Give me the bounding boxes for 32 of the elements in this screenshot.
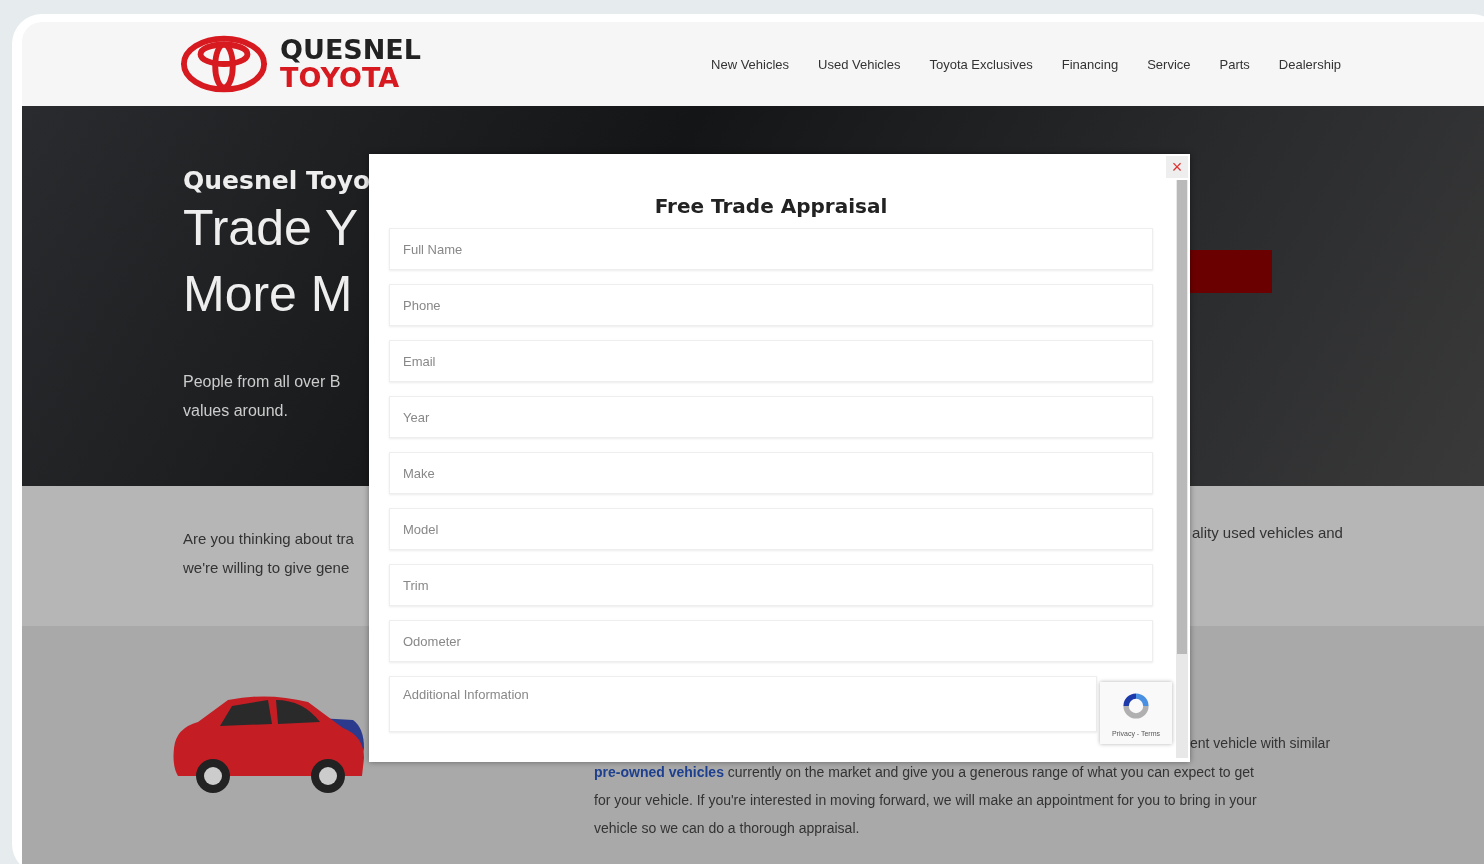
input-field[interactable]: Full Name — [389, 228, 1153, 270]
hero-headline: More M — [183, 265, 354, 324]
input-field[interactable]: Model — [389, 508, 1153, 550]
nav-link[interactable]: New Vehicles — [711, 56, 790, 72]
input-field[interactable]: Email — [389, 340, 1153, 382]
intro-paragraph: ality used vehicles and — [1192, 524, 1343, 541]
input-field[interactable]: Trim — [389, 564, 1153, 606]
input-field[interactable]: Make — [389, 452, 1153, 494]
scrollbar[interactable] — [1176, 180, 1188, 758]
nav-link[interactable]: Service — [1147, 56, 1191, 72]
hero-eyebrow: Quesnel Toyo — [183, 166, 372, 195]
hero-headline: Trade Y — [183, 199, 360, 258]
input-field[interactable]: Odometer — [389, 620, 1153, 662]
nav-link[interactable]: Used Vehicles — [818, 56, 901, 72]
logo-text: TOYOTA — [280, 64, 400, 92]
nav-link[interactable]: Financing — [1061, 56, 1119, 72]
text-link[interactable]: pre-owned vehicles — [594, 764, 724, 780]
close-button[interactable]: × — [1166, 156, 1188, 178]
nav-link[interactable]: Toyota Exclusives — [929, 56, 1033, 72]
hero-paragraph: People from all over B values around. — [183, 372, 342, 421]
input-field[interactable]: Year — [389, 396, 1153, 438]
nav-link[interactable]: Parts — [1219, 56, 1250, 72]
logo-text: QUESNEL — [280, 36, 421, 64]
input-field[interactable]: Phone — [389, 284, 1153, 326]
intro-paragraph: Are you thinking about tra we're willing to give gene — [183, 529, 354, 578]
textarea-field[interactable]: Additional Information — [389, 676, 1097, 732]
details-paragraph: ent vehicle with similar — [1190, 734, 1332, 752]
scrollbar-thumb[interactable] — [1177, 180, 1187, 654]
modal-title: Free Trade Appraisal — [653, 194, 889, 218]
nav-link[interactable]: Dealership — [1278, 56, 1341, 72]
logo-emblem-icon — [180, 34, 268, 94]
details-paragraph: pre-owned vehicles currently on the market and give you a generous range of what you can expect to get for your vehicle. If you're interested in moving forward, we will make an appointment for you to bring in your vehicle so we can do a thorough appraisal. — [594, 763, 1258, 838]
